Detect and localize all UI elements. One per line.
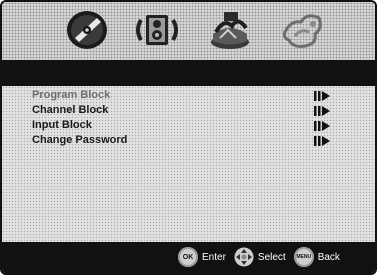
submenu-arrow-icon	[314, 136, 330, 146]
parental-icon	[211, 12, 249, 49]
enter-label: Enter	[202, 251, 226, 263]
disc-icon	[67, 11, 107, 49]
menu-item-label: Input Block	[32, 119, 92, 131]
osd-menu-window: Program Block Channel Block Input Block …	[0, 0, 377, 275]
submenu-arrow-icon	[314, 106, 330, 116]
tab-audio[interactable]	[133, 8, 181, 52]
button-legend: OK Enter Select MENU Back	[178, 246, 344, 268]
menu-content: Program Block Channel Block Input Block …	[2, 86, 375, 242]
title-bar	[2, 60, 375, 86]
title-bar-label	[2, 66, 32, 80]
submenu-arrow-icon	[314, 91, 330, 101]
audio-icon	[136, 15, 178, 45]
tab-disc[interactable]	[63, 8, 111, 52]
footer-legend-bar: OK Enter Select MENU Back	[2, 242, 375, 273]
menu-tab-bar	[2, 2, 375, 60]
menu-item-label: Channel Block	[32, 104, 109, 116]
ok-button-icon: OK	[178, 247, 198, 267]
tab-settings[interactable]	[279, 8, 327, 52]
menu-item-channel-block[interactable]: Channel Block	[32, 103, 345, 118]
menu-item-label: Program Block	[32, 89, 111, 101]
menu-item-program-block[interactable]: Program Block	[32, 88, 345, 103]
menu-item-label: Change Password	[32, 134, 128, 146]
menu-button-icon: MENU	[293, 247, 314, 267]
dpad-icon	[234, 247, 254, 267]
menu-item-input-block[interactable]: Input Block	[32, 118, 345, 133]
menu-list: Program Block Channel Block Input Block …	[32, 86, 345, 148]
tab-parental[interactable]	[206, 8, 254, 52]
select-label: Select	[257, 251, 286, 263]
menu-item-change-password[interactable]: Change Password	[32, 133, 345, 148]
back-label: Back	[317, 251, 340, 263]
submenu-arrow-icon	[314, 121, 330, 131]
settings-icon	[283, 14, 322, 48]
